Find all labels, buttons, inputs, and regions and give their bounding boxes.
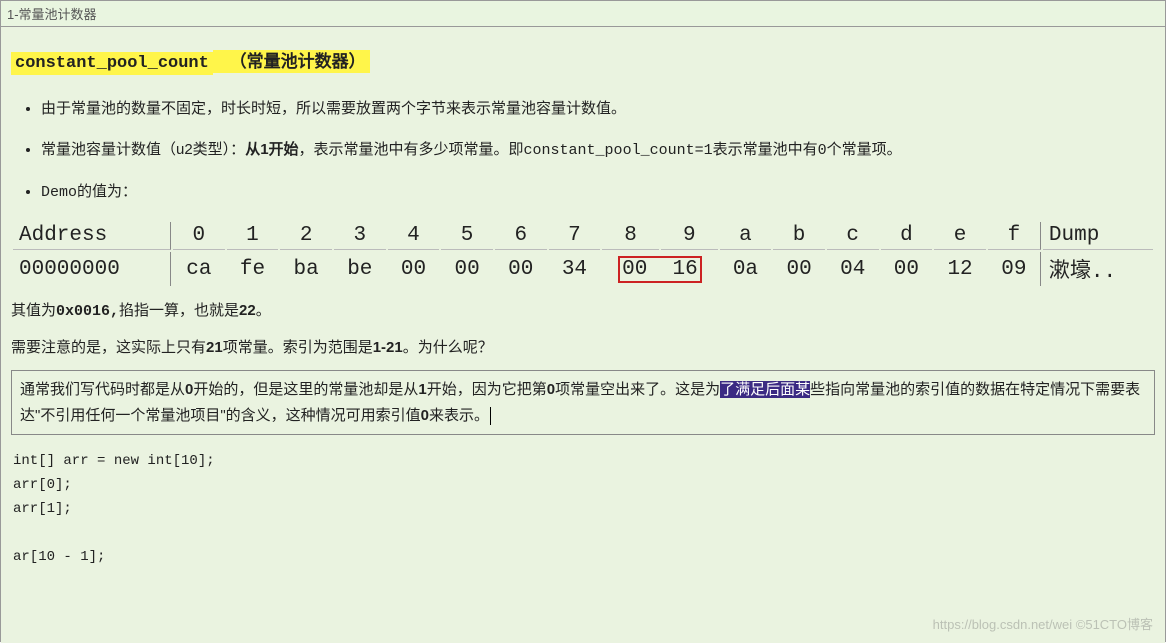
watermark: https://blog.csdn.net/wei ©51CTO博客: [933, 614, 1153, 633]
list-item: Demo的值为：: [41, 178, 1155, 206]
p1-bold: 22: [239, 302, 256, 319]
bullet3-end: 的值为：: [77, 183, 137, 200]
p2-b2: 1-21: [373, 339, 403, 356]
hex-h-dump: Dump: [1043, 222, 1153, 250]
hex-h: e: [934, 222, 986, 250]
bullet3-pre: Demo: [41, 184, 77, 201]
hex-cell: 16: [673, 258, 698, 281]
text-caret-icon: [490, 407, 491, 425]
hex-cell: 04: [827, 252, 879, 286]
hex-h: f: [988, 222, 1041, 250]
hex-h: c: [827, 222, 879, 250]
hex-h: 6: [495, 222, 547, 250]
code-line: int[] arr = new int[10];: [13, 453, 1155, 469]
hex-h: 4: [388, 222, 440, 250]
code-line: arr[1];: [13, 501, 1155, 517]
hex-cell: fe: [227, 252, 279, 286]
hex-cell: 00: [388, 252, 440, 286]
bullet2-mid: ，表示常量池中有多少项常量。即: [299, 141, 524, 158]
hex-cell: be: [334, 252, 386, 286]
title-gap: [213, 50, 226, 73]
bullet1-text: 由于常量池的数量不固定，时长时短，所以需要放置两个字节来表示常量池容量计数值。: [41, 100, 626, 117]
hex-table: Address 0 1 2 3 4 5 6 7 8 9 a b c d e f: [11, 220, 1155, 288]
code-line: arr[0];: [13, 477, 1155, 493]
note-b0b: 0: [547, 381, 555, 398]
hex-h: a: [720, 222, 772, 250]
bullet-list: 由于常量池的数量不固定，时长时短，所以需要放置两个字节来表示常量池容量计数值。 …: [41, 95, 1155, 206]
p1-end: 。: [256, 302, 271, 319]
list-item: 常量池容量计数值（u2类型）：从1开始，表示常量池中有多少项常量。即consta…: [41, 136, 1155, 164]
hex-h: 5: [441, 222, 493, 250]
content-area: constant_pool_count （常量池计数器） 由于常量池的数量不固定…: [1, 27, 1165, 643]
note-b1: 1: [418, 381, 426, 398]
note-b0c: 0: [421, 407, 429, 424]
hex-header-row: Address 0 1 2 3 4 5 6 7 8 9 a b c d e f: [13, 222, 1153, 250]
p2-b1: 21: [206, 339, 223, 356]
p2-mid: 项常量。索引为范围是: [223, 339, 373, 356]
hex-row: 00000000 ca fe ba be 00 00 00 34 00 16 0…: [13, 252, 1153, 286]
note-end: 来表示。: [429, 407, 489, 424]
p1-code: 0x0016,: [56, 303, 119, 320]
hex-cell: ca: [173, 252, 225, 286]
bullet2-bold: 从1开始: [245, 141, 298, 158]
hex-cell: 00: [441, 252, 493, 286]
code-block: int[] arr = new int[10]; arr[0]; arr[1];…: [13, 453, 1155, 565]
hex-h: 8: [602, 222, 659, 250]
note-m3: 项常量空出来了。这是为: [555, 381, 720, 398]
para-note: 需要注意的是，这实际上只有21项常量。索引为范围是1-21。为什么呢？: [11, 335, 1155, 361]
hex-h: 3: [334, 222, 386, 250]
hex-cell: 0a: [720, 252, 772, 286]
hex-cell: 00: [495, 252, 547, 286]
section-title: constant_pool_count （常量池计数器）: [11, 47, 1155, 73]
hex-h: d: [881, 222, 933, 250]
hex-dump: 漱壕..: [1043, 252, 1153, 286]
hex-h: 2: [280, 222, 332, 250]
hex-h-addr: Address: [13, 222, 171, 250]
document-panel: 1-常量池计数器 constant_pool_count （常量池计数器） 由于…: [0, 0, 1166, 642]
bullet2-pre: 常量池容量计数值（u2类型）：: [41, 141, 245, 158]
hex-addr: 00000000: [13, 252, 171, 286]
p2-end: 。为什么呢？: [403, 339, 493, 356]
hex-cell: 12: [934, 252, 986, 286]
hex-h: 1: [227, 222, 279, 250]
code-line: ar[10 - 1];: [13, 549, 1155, 565]
note-m2: 开始，因为它把第: [427, 381, 547, 398]
hex-cell: ba: [280, 252, 332, 286]
p1-mid: 掐指一算，也就是: [119, 302, 239, 319]
tab-label[interactable]: 1-常量池计数器: [7, 7, 97, 22]
note-pre: 通常我们写代码时都是从: [20, 381, 185, 398]
p1-pre: 其值为: [11, 302, 56, 319]
hex-cell: 34: [549, 252, 601, 286]
bullet2-code2: 0: [818, 142, 827, 159]
hex-h: 9: [661, 222, 718, 250]
hex-h: b: [773, 222, 825, 250]
p2-pre: 需要注意的是，这实际上只有: [11, 339, 206, 356]
hex-h: 7: [549, 222, 601, 250]
code-blank: [13, 525, 1155, 541]
hex-cell: 00: [773, 252, 825, 286]
note-selected-text[interactable]: 了满足后面某: [720, 381, 810, 398]
title-code: constant_pool_count: [11, 52, 213, 75]
hex-cell: 00: [881, 252, 933, 286]
bullet2-mid2: 表示常量池中有: [713, 141, 818, 158]
bullet2-end: 个常量项。: [827, 141, 902, 158]
hex-cell-boxed: 00 16: [602, 252, 717, 286]
note-box[interactable]: 通常我们写代码时都是从0开始的，但是这里的常量池却是从1开始，因为它把第0项常量…: [11, 370, 1155, 435]
tab-bar: 1-常量池计数器: [1, 1, 1165, 27]
hex-h: 0: [173, 222, 225, 250]
hex-cell: 00: [622, 258, 647, 281]
para-value: 其值为0x0016,掐指一算，也就是22。: [11, 298, 1155, 325]
title-paren: （常量池计数器）: [226, 50, 370, 73]
note-m1: 开始的，但是这里的常量池却是从: [193, 381, 418, 398]
hex-cell: 09: [988, 252, 1041, 286]
list-item: 由于常量池的数量不固定，时长时短，所以需要放置两个字节来表示常量池容量计数值。: [41, 95, 1155, 122]
bullet2-code1: constant_pool_count=1: [524, 142, 713, 159]
